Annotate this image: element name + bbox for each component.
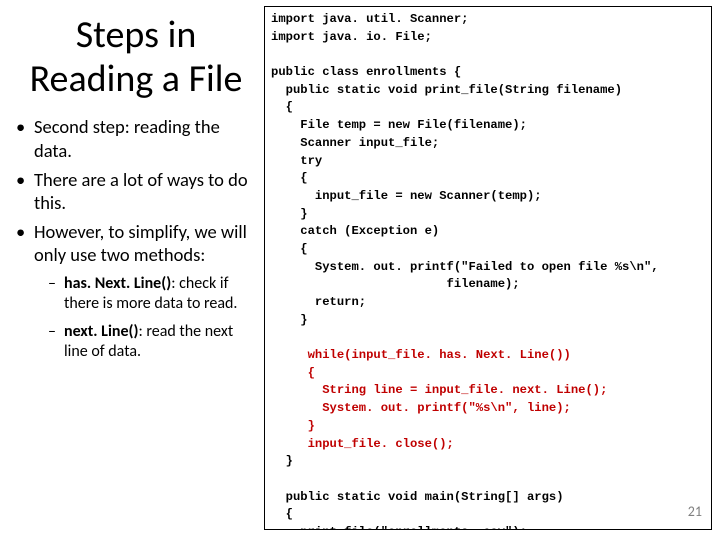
sub-list: has. Next. Line(): check if there is mor… <box>34 274 256 362</box>
code-line: import java. io. File; <box>271 30 432 44</box>
code-line: { <box>271 100 293 114</box>
code-line: public static void main(String[] args) <box>271 490 564 504</box>
sub-item: next. Line(): read the next line of data… <box>34 322 256 362</box>
bullet-text: However, to simplify, we will only use t… <box>34 220 247 266</box>
slide: Steps in Reading a File Second step: rea… <box>0 0 720 540</box>
code-line: Scanner input_file; <box>271 136 439 150</box>
left-column: Steps in Reading a File Second step: rea… <box>0 0 260 540</box>
code-line: catch (Exception e) <box>271 224 439 238</box>
code-line-highlight: System. out. printf("%s\n", line); <box>271 401 571 415</box>
bullet-item: Second step: reading the data. <box>16 115 256 161</box>
code-line: System. out. printf("Failed to open file… <box>271 260 659 274</box>
code-line: public static void print_file(String fil… <box>271 83 622 97</box>
code-line: try <box>271 154 322 168</box>
code-line: } <box>271 207 308 221</box>
page-number: 21 <box>688 503 702 520</box>
sub-bold: next. Line() <box>64 322 138 341</box>
code-line: } <box>271 313 308 327</box>
sub-bold: has. Next. Line() <box>64 274 171 293</box>
code-line: input_file = new Scanner(temp); <box>271 189 542 203</box>
code-line: public class enrollments { <box>271 65 461 79</box>
code-line: } <box>271 454 293 468</box>
sub-item: has. Next. Line(): check if there is mor… <box>34 274 256 314</box>
bullet-list: Second step: reading the data. There are… <box>16 115 256 362</box>
right-column: import java. util. Scanner; import java.… <box>260 0 720 540</box>
code-line-highlight: input_file. close(); <box>271 437 454 451</box>
code-line-highlight: while(input_file. has. Next. Line()) <box>271 348 571 362</box>
code-line: { <box>271 171 308 185</box>
bullet-item: However, to simplify, we will only use t… <box>16 220 256 362</box>
code-line: { <box>271 242 308 256</box>
code-line: print_file("enrollments. csv"); <box>271 525 527 530</box>
code-line: return; <box>271 295 366 309</box>
code-line: { <box>271 507 293 521</box>
code-line-highlight: { <box>271 366 315 380</box>
code-line-highlight: } <box>271 419 315 433</box>
code-line: filename); <box>271 277 520 291</box>
slide-title: Steps in Reading a File <box>16 14 256 101</box>
code-line: File temp = new File(filename); <box>271 118 527 132</box>
code-line: import java. util. Scanner; <box>271 12 468 26</box>
bullet-item: There are a lot of ways to do this. <box>16 168 256 214</box>
code-line-highlight: String line = input_file. next. Line(); <box>271 383 607 397</box>
code-block: import java. util. Scanner; import java.… <box>264 6 712 530</box>
